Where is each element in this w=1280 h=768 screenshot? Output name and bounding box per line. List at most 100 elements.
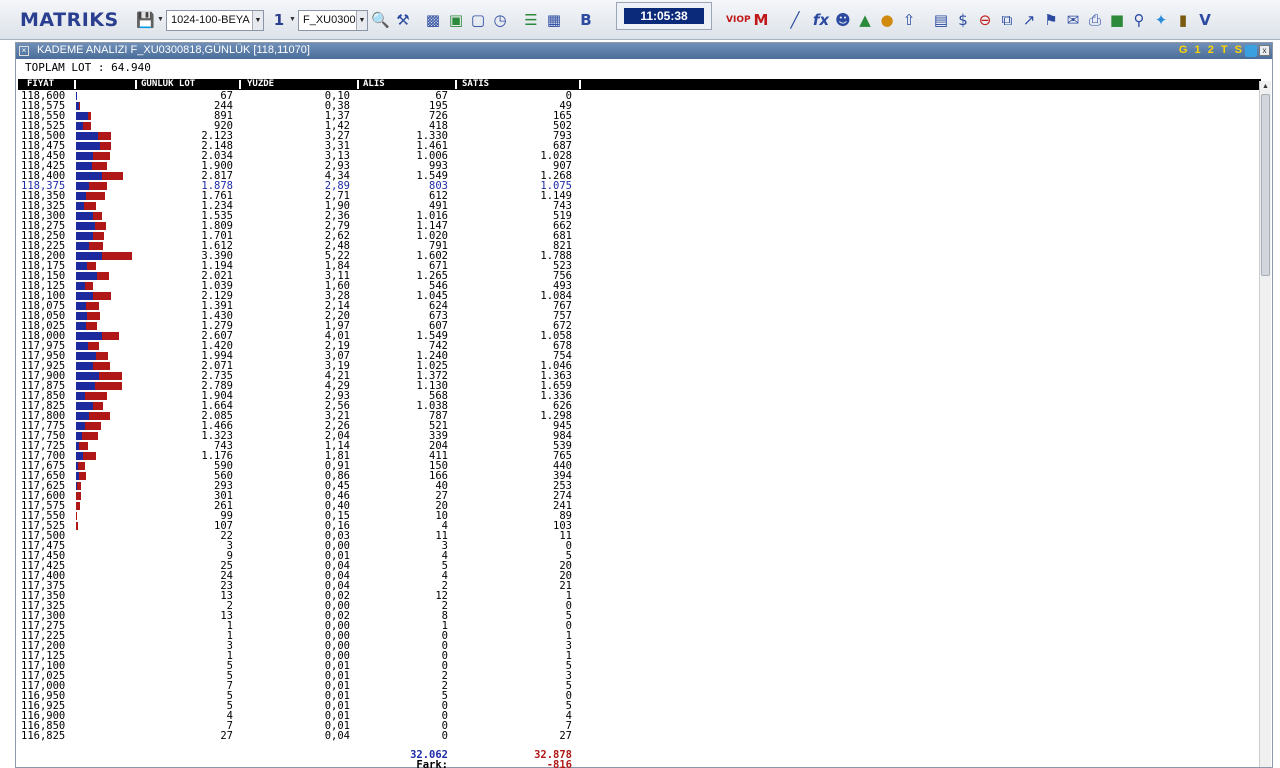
table-row[interactable]: 116,825 27 0,04 0 27 — [18, 731, 618, 742]
cube-icon[interactable]: ▣ — [447, 11, 465, 29]
table-row[interactable]: 117,800 2.085 3,21 787 1.298 — [18, 411, 618, 422]
table-row[interactable]: 117,425 25 0,04 5 20 — [18, 561, 618, 572]
symbol-select[interactable]: F_XU0300 ▼ — [298, 10, 368, 31]
table-row[interactable]: 118,525 920 1,42 418 502 — [18, 121, 618, 132]
save-dropdown-icon[interactable]: ▼ — [157, 16, 164, 23]
table-row[interactable]: 118,225 1.612 2,48 791 821 — [18, 241, 618, 252]
table-row[interactable]: 116,950 5 0,01 5 0 — [18, 691, 618, 702]
table-row[interactable]: 118,000 2.607 4,01 1.549 1.058 — [18, 331, 618, 342]
table-row[interactable]: 117,650 560 0,86 166 394 — [18, 471, 618, 482]
table-row[interactable]: 116,850 7 0,01 0 7 — [18, 721, 618, 732]
new-window-icon[interactable]: ⧉ — [998, 11, 1016, 29]
table-row[interactable]: 117,325 2 0,00 2 0 — [18, 601, 618, 612]
table-row[interactable]: 117,375 23 0,04 2 21 — [18, 581, 618, 592]
table-row[interactable]: 117,200 3 0,00 0 3 — [18, 641, 618, 652]
table-row[interactable]: 117,700 1.176 1,81 411 765 — [18, 451, 618, 462]
table-row[interactable]: 118,550 891 1,37 726 165 — [18, 111, 618, 122]
table-row[interactable]: 118,050 1.430 2,20 673 757 — [18, 311, 618, 322]
v-icon[interactable]: V — [1196, 11, 1214, 29]
header-fiyat[interactable]: FİYAT — [24, 79, 54, 90]
header-satis[interactable]: SATIS — [459, 79, 489, 90]
popout-icon[interactable]: ↗ — [1020, 11, 1038, 29]
table-row[interactable]: 118,100 2.129 3,28 1.045 1.084 — [18, 291, 618, 302]
window-number[interactable]: 1 — [270, 11, 288, 29]
table-row[interactable]: 118,175 1.194 1,84 671 523 — [18, 261, 618, 272]
table-row[interactable]: 117,750 1.323 2,04 339 984 — [18, 431, 618, 442]
zoom-icon[interactable]: ⚲ — [1130, 11, 1148, 29]
twitter-icon[interactable] — [1245, 45, 1257, 57]
tools-icon[interactable]: ⚒ — [394, 11, 412, 29]
table-row[interactable]: 117,625 293 0,45 40 253 — [18, 481, 618, 492]
table-row[interactable]: 117,450 9 0,01 4 5 — [18, 551, 618, 562]
scroll-up-icon[interactable]: ▲ — [1260, 81, 1271, 93]
table-row[interactable]: 118,275 1.809 2,79 1.147 662 — [18, 221, 618, 232]
save-icon[interactable]: 💾 — [136, 11, 155, 29]
close-icon[interactable]: × — [19, 46, 29, 56]
table-row[interactable]: 118,075 1.391 2,14 624 767 — [18, 301, 618, 312]
twitter-icon[interactable]: ✦ — [1152, 11, 1170, 29]
table-row[interactable]: 117,600 301 0,46 27 274 — [18, 491, 618, 502]
window-titlebar[interactable]: × KADEME ANALIZI F_XU0300818,GÜNLÜK [118… — [16, 43, 1272, 59]
table-row[interactable]: 118,300 1.535 2,36 1.016 519 — [18, 211, 618, 222]
table-row[interactable]: 117,100 5 0,01 0 5 — [18, 661, 618, 672]
table-row[interactable]: 117,925 2.071 3,19 1.025 1.046 — [18, 361, 618, 372]
table-row[interactable]: 117,550 99 0,15 10 89 — [18, 511, 618, 522]
table-row[interactable]: 117,475 3 0,00 3 0 — [18, 541, 618, 552]
g12ts-badge[interactable]: G 1 2 T S — [1179, 44, 1244, 56]
m-icon[interactable]: M — [752, 11, 770, 29]
bell-icon[interactable]: ⚑ — [1042, 11, 1060, 29]
table-row[interactable]: 118,325 1.234 1,90 491 743 — [18, 201, 618, 212]
bold-icon[interactable]: B — [577, 11, 595, 29]
close-button[interactable]: x — [1259, 45, 1270, 56]
users-icon[interactable]: ☻ — [834, 11, 852, 29]
table-row[interactable]: 118,375 1.878 2,89 803 1.075 — [18, 181, 618, 192]
table-row[interactable]: 117,875 2.789 4,29 1.130 1.659 — [18, 381, 618, 392]
table-row[interactable]: 117,025 5 0,01 2 3 — [18, 671, 618, 682]
table-icon[interactable]: ▦ — [545, 11, 563, 29]
table-row[interactable]: 117,725 743 1,14 204 539 — [18, 441, 618, 452]
table-row[interactable]: 117,900 2.735 4,21 1.372 1.363 — [18, 371, 618, 382]
traffic-light-icon[interactable]: ● — [878, 11, 896, 29]
table-row[interactable]: 118,025 1.279 1,97 607 672 — [18, 321, 618, 332]
vertical-scrollbar[interactable]: ▲ — [1259, 81, 1271, 767]
print-icon[interactable]: ⎙ — [1086, 11, 1104, 29]
header-yuzde[interactable]: YUZDE — [244, 79, 274, 90]
document-icon[interactable]: ▤ — [932, 11, 950, 29]
table-row[interactable]: 117,225 1 0,00 0 1 — [18, 631, 618, 642]
chat-icon[interactable]: ■ — [1108, 11, 1126, 29]
dollar-icon[interactable]: $ — [954, 11, 972, 29]
table-row[interactable]: 117,775 1.466 2,26 521 945 — [18, 421, 618, 432]
search-icon[interactable]: 🔍 — [371, 11, 390, 29]
header-gunluk-lot[interactable]: GUNLUK LOT — [138, 79, 195, 90]
table-row[interactable]: 116,900 4 0,01 0 4 — [18, 711, 618, 722]
table-row[interactable]: 118,250 1.701 2,62 1.020 681 — [18, 231, 618, 242]
table-row[interactable]: 118,200 3.390 5,22 1.602 1.788 — [18, 251, 618, 262]
table-row[interactable]: 118,350 1.761 2,71 612 1.149 — [18, 191, 618, 202]
table-row[interactable]: 117,675 590 0,91 150 440 — [18, 461, 618, 472]
window-number-dropdown-icon[interactable]: ▼ — [289, 16, 296, 23]
table-row[interactable]: 116,925 5 0,01 0 5 — [18, 701, 618, 712]
table-row[interactable]: 118,500 2.123 3,27 1.330 793 — [18, 131, 618, 142]
table-row[interactable]: 117,350 13 0,02 12 1 — [18, 591, 618, 602]
table-row[interactable]: 117,975 1.420 2,19 742 678 — [18, 341, 618, 352]
table-row[interactable]: 117,125 1 0,00 0 1 — [18, 651, 618, 662]
list-icon[interactable]: ☰ — [522, 11, 540, 29]
table-row[interactable]: 118,575 244 0,38 195 49 — [18, 101, 618, 112]
table-row[interactable]: 118,125 1.039 1,60 546 493 — [18, 281, 618, 292]
scrollbar-thumb[interactable] — [1261, 94, 1270, 276]
table-row[interactable]: 117,275 1 0,00 1 0 — [18, 621, 618, 632]
header-alis[interactable]: ALIS — [360, 79, 385, 90]
table-row[interactable]: 117,500 22 0,03 11 11 — [18, 531, 618, 542]
table-row[interactable]: 117,850 1.904 2,93 568 1.336 — [18, 391, 618, 402]
monitor-icon[interactable]: ▢ — [469, 11, 487, 29]
table-row[interactable]: 118,400 2.817 4,34 1.549 1.268 — [18, 171, 618, 182]
clock-icon[interactable]: ◷ — [491, 11, 509, 29]
bar-chart-icon[interactable]: ▩ — [424, 11, 442, 29]
table-row[interactable]: 117,825 1.664 2,56 1.038 626 — [18, 401, 618, 412]
fx-icon[interactable]: fx — [812, 11, 830, 29]
table-row[interactable]: 117,000 7 0,01 2 5 — [18, 681, 618, 692]
table-row[interactable]: 117,950 1.994 3,07 1.240 754 — [18, 351, 618, 362]
table-row[interactable]: 118,150 2.021 3,11 1.265 756 — [18, 271, 618, 282]
table-row[interactable]: 118,600 67 0,10 67 0 — [18, 91, 618, 102]
table-row[interactable]: 118,450 2.034 3,13 1.006 1.028 — [18, 151, 618, 162]
